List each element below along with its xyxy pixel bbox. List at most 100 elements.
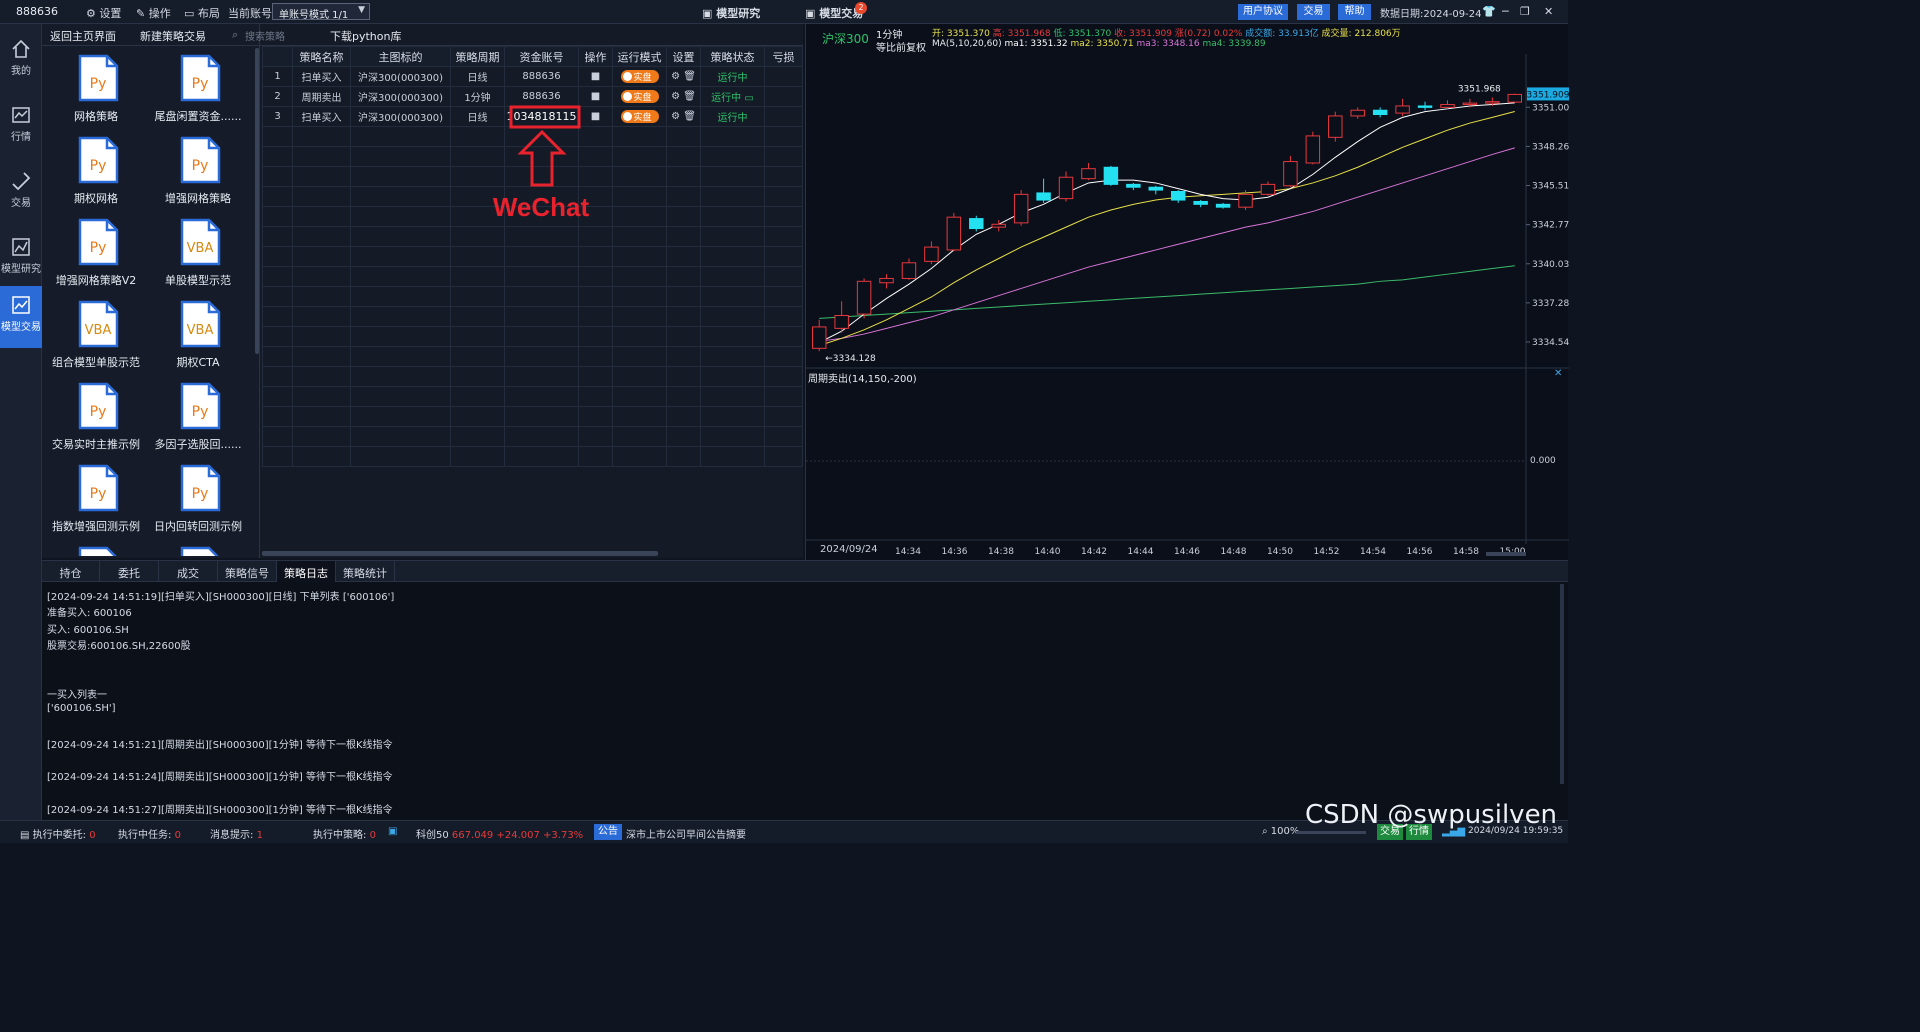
tab-bottom[interactable]: 策略信号 <box>218 561 277 582</box>
strategy-tile[interactable]: Py 指数增强回测示例 <box>46 460 146 542</box>
candle-body[interactable] <box>1462 102 1478 106</box>
strategy-tile[interactable]: Py 网格策略 <box>46 50 146 132</box>
user-agreement-button[interactable]: 用户协议 <box>1238 4 1288 20</box>
download-python-button[interactable]: 下载python库 <box>330 28 401 44</box>
column-header[interactable]: 资金账号 <box>504 46 579 67</box>
live-toggle[interactable]: 实盘 <box>620 90 659 103</box>
strategy-tile[interactable]: Py 日内回转回测示例 <box>148 460 248 542</box>
trash-icon[interactable]: 🗑 <box>683 71 696 82</box>
sub-chart-close-icon[interactable]: ✕ <box>1554 368 1562 379</box>
candle-body[interactable] <box>856 280 872 315</box>
column-header[interactable]: 策略名称 <box>292 46 351 67</box>
strategy-tile[interactable]: VBA 组合模型单股示范 <box>46 296 146 378</box>
gear-icon[interactable]: ⚙ <box>671 71 680 82</box>
column-header[interactable]: 策略状态 <box>700 46 765 67</box>
strategy-tile[interactable]: Py 期权网格 <box>46 132 146 214</box>
candle-body[interactable] <box>901 262 917 279</box>
column-header[interactable]: 操作 <box>578 46 613 67</box>
candle-body[interactable] <box>969 218 984 230</box>
tab-bottom[interactable]: 策略统计 <box>336 561 395 582</box>
shirt-icon[interactable]: 👕 <box>1482 5 1496 18</box>
stop-button[interactable]: ■ <box>578 106 613 127</box>
strategy-name[interactable]: 周期卖出 <box>292 86 351 107</box>
candle-body[interactable] <box>879 277 894 284</box>
close-icon[interactable]: ✕ <box>1544 5 1553 18</box>
zoom-level[interactable]: ⌕ 100% <box>1262 826 1299 837</box>
tab-bottom[interactable]: 持仓 <box>42 561 100 582</box>
column-header[interactable]: 主图标的 <box>350 46 451 67</box>
candle-body[interactable] <box>1058 176 1074 200</box>
candle-body[interactable] <box>1126 183 1141 188</box>
monitor-icon[interactable]: ▣ <box>388 826 397 837</box>
tab-bottom[interactable]: 委托 <box>100 561 159 582</box>
candle-body[interactable] <box>834 315 849 329</box>
candle-body[interactable] <box>1148 186 1164 191</box>
candle-body[interactable] <box>1170 190 1186 201</box>
candle-body[interactable] <box>1440 104 1455 108</box>
back-home-button[interactable]: 返回主页界面 <box>50 28 116 44</box>
column-header[interactable]: 亏损 <box>764 46 803 67</box>
nav-item-market[interactable]: 行情 <box>0 96 42 158</box>
candle-body[interactable] <box>924 246 939 262</box>
search-box[interactable]: ⌕ 搜索策略 <box>228 24 326 46</box>
strategy-tile[interactable]: Py 增强网格策略V2 <box>46 214 146 296</box>
model-research-tab[interactable]: ▣ 模型研究 <box>702 5 760 21</box>
strategy-tile-partial[interactable] <box>148 542 248 556</box>
candle-body[interactable] <box>1372 109 1388 116</box>
strategy-tile[interactable]: Py 增强网格策略 <box>148 132 248 214</box>
strategy-tile[interactable]: Py 交易实时主推示例 <box>46 378 146 460</box>
nav-item-trade[interactable]: 交易 <box>0 162 42 224</box>
grid-h-scrollbar[interactable] <box>262 551 658 556</box>
candlestick-chart[interactable]: 3351.008 3348.263 3345.519 3342.775 3340.031… <box>806 24 1569 560</box>
candle-body[interactable] <box>1215 203 1231 208</box>
operation-menu[interactable]: ✎ 操作 <box>136 5 171 21</box>
notice-text[interactable]: 深市上市公司早间公告摘要 <box>626 826 746 841</box>
trade-button[interactable]: 交易 <box>1297 4 1330 20</box>
candle-body[interactable] <box>811 326 827 349</box>
candle-body[interactable] <box>1238 193 1253 208</box>
nav-item-model-trading[interactable]: 模型交易 <box>0 286 42 348</box>
candle-body[interactable] <box>1507 93 1523 103</box>
restore-icon[interactable]: ❐ <box>1520 5 1530 18</box>
zoom-slider[interactable] <box>1296 831 1366 834</box>
search-input[interactable]: 搜索策略 <box>245 28 285 43</box>
trash-icon[interactable]: 🗑 <box>683 111 696 122</box>
strategy-name[interactable]: 扫单买入 <box>292 106 351 127</box>
new-strategy-button[interactable]: 新建策略交易 <box>140 28 206 44</box>
nav-item-model-research[interactable]: 模型研究 <box>0 228 42 290</box>
monitor-icon[interactable]: ▭ <box>744 93 753 104</box>
candle-body[interactable] <box>1283 161 1298 187</box>
candle-body[interactable] <box>1305 135 1321 164</box>
strategy-tile[interactable]: Py 尾盘闲置资金...... <box>148 50 248 132</box>
settings-cell[interactable]: ⚙ 🗑 <box>666 66 701 87</box>
gear-icon[interactable]: ⚙ <box>671 111 680 122</box>
strategy-name[interactable]: 扫单买入 <box>292 66 351 87</box>
table-row[interactable]: 1 扫单买入 沪深300(000300) 日线 888636 ■ 实盘 ⚙ 🗑 运行中 <box>262 66 803 87</box>
strategy-tile-partial[interactable] <box>46 542 146 556</box>
column-header[interactable]: 设置 <box>666 46 701 67</box>
account-mode-select[interactable]: 单账号模式 1/1 ▼ <box>272 3 370 21</box>
stop-button[interactable]: ■ <box>578 86 613 107</box>
column-header[interactable]: 运行模式 <box>612 46 667 67</box>
candle-body[interactable] <box>1417 105 1433 108</box>
candle-body[interactable] <box>1081 168 1096 180</box>
run-mode-toggle[interactable]: 实盘 <box>612 66 667 87</box>
log-scrollbar[interactable] <box>1560 584 1564 784</box>
strategy-list-scrollbar[interactable] <box>255 48 259 354</box>
strategy-tile[interactable]: VBA 期权CTA <box>148 296 248 378</box>
layout-menu[interactable]: ▭ 布局 <box>184 5 220 21</box>
candle-body[interactable] <box>946 216 962 251</box>
strategy-tile[interactable]: Py 多因子选股回...... <box>148 378 248 460</box>
run-mode-toggle[interactable]: 实盘 <box>612 106 667 127</box>
candle-body[interactable] <box>1395 105 1410 114</box>
gear-icon[interactable]: ⚙ <box>671 91 680 102</box>
tab-bottom[interactable]: 成交 <box>159 561 218 582</box>
table-row[interactable]: 3 扫单买入 沪深300(000300) 日线 1034818115 ■ 实盘 ⚙ 🗑 运行中 <box>262 106 803 127</box>
live-toggle[interactable]: 实盘 <box>620 110 659 123</box>
candle-body[interactable] <box>1350 109 1365 117</box>
settings-menu[interactable]: ⚙ 设置 <box>86 5 121 21</box>
tab-bottom[interactable]: 策略日志 <box>277 561 336 582</box>
strategy-tile[interactable]: VBA 单股模型示范 <box>148 214 248 296</box>
settings-cell[interactable]: ⚙ 🗑 <box>666 106 701 127</box>
table-row[interactable]: 2 周期卖出 沪深300(000300) 1分钟 888636 ■ 实盘 ⚙ 🗑 运行中 ▭ <box>262 86 803 107</box>
